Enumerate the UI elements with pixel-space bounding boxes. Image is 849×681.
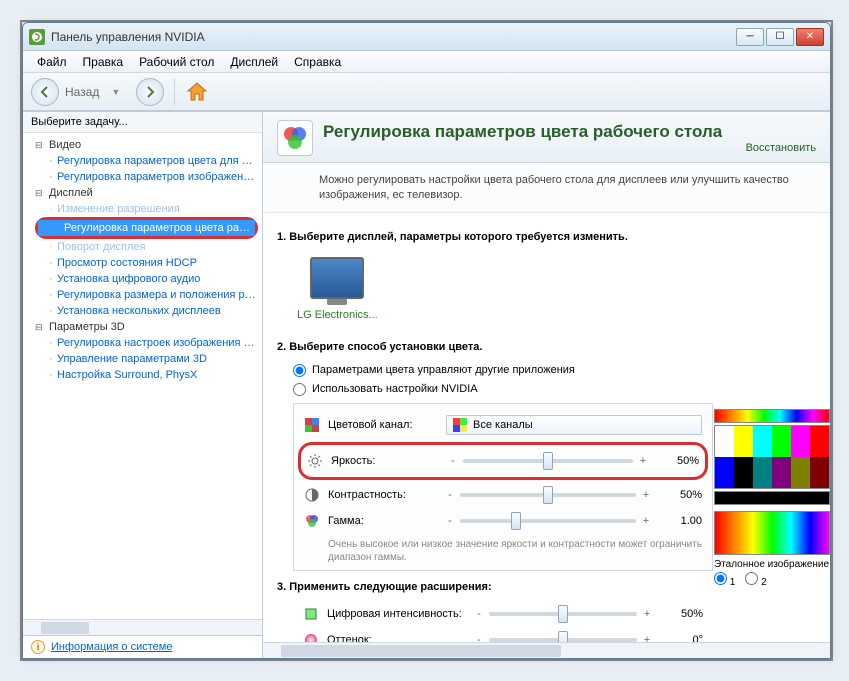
contrast-label: Контрастность: [328,489,438,501]
color-preview: Эталонное изображение 1 2 [714,409,830,588]
window-title: Панель управления NVIDIA [51,30,736,44]
menubar: Файл Правка Рабочий стол Дисплей Справка [23,51,830,73]
content-area: 1. Выберите дисплей, параметры которого … [263,213,830,642]
monitor-label: LG Electronics... [297,309,378,321]
preview-radio-1[interactable] [714,572,727,585]
sidebar-scrollbar[interactable] [23,619,262,635]
radio-other-apps-label: Параметрами цвета управляют другие прило… [312,364,575,376]
extensions-box: Цифровая интенсивность: - + 50% Оттенок:… [293,601,713,642]
hue-label: Оттенок: [327,634,467,642]
tree-group-display[interactable]: ⊟Дисплей [31,185,262,201]
maximize-button[interactable]: ☐ [766,28,794,46]
preview-label: Эталонное изображение [714,559,830,570]
intensity-slider[interactable] [489,612,637,616]
page-icon [277,120,313,156]
brightness-icon [307,453,323,469]
sidebar: Выберите задачу... ⊟Видео Регулировка па… [23,112,263,658]
menu-help[interactable]: Справка [286,53,349,71]
brightness-value: 50% [655,455,699,467]
preview-radio-2[interactable] [745,572,758,585]
brightness-label: Яркость: [331,455,441,467]
tree-item[interactable]: Регулировка размера и положения рабо [31,287,262,303]
tree-item-selected[interactable]: Регулировка параметров цвета рабочег [38,220,255,236]
tree-item[interactable]: Регулировка параметров цвета для вид [31,153,262,169]
tree-item[interactable]: Установка цифрового аудио [31,271,262,287]
gamma-hint: Очень высокое или низкое значение яркост… [304,534,702,564]
tree-item[interactable]: Установка нескольких дисплеев [31,303,262,319]
main-panel: Регулировка параметров цвета рабочего ст… [263,112,830,658]
menu-file[interactable]: Файл [29,53,75,71]
sidebar-header: Выберите задачу... [23,112,262,133]
tree-item[interactable]: Управление параметрами 3D [31,351,262,367]
tree-item[interactable]: Регулировка настроек изображения с пр [31,335,262,351]
close-button[interactable]: ✕ [796,28,824,46]
section2-title: 2. Выберите способ установки цвета. [277,341,816,353]
section1-title: 1. Выберите дисплей, параметры которого … [277,231,816,243]
tree-item[interactable]: Изменение разрешения [31,201,262,217]
channel-combo[interactable]: Все каналы [446,415,702,435]
highlight-brightness-row: Яркость: - + 50% [298,442,708,480]
gamma-icon [304,513,320,529]
info-icon: i [31,640,45,654]
gamma-slider[interactable] [460,519,636,523]
back-dropdown-icon[interactable]: ▼ [111,87,120,97]
menu-edit[interactable]: Правка [75,53,132,71]
display-selector[interactable]: LG Electronics... [297,257,378,321]
tree-item[interactable]: Поворот дисплея [31,239,262,255]
toolbar: Назад ▼ [23,73,830,111]
intensity-label: Цифровая интенсивность: [327,608,467,620]
tree-item[interactable]: Регулировка параметров изображения д [31,169,262,185]
tree-item[interactable]: Настройка Surround, PhysX [31,367,262,383]
page-description: Можно регулировать настройки цвета рабоч… [263,163,830,213]
titlebar: Панель управления NVIDIA ─ ☐ ✕ [23,23,830,51]
menu-desktop[interactable]: Рабочий стол [131,53,222,71]
hue-icon [303,632,319,642]
back-button[interactable] [31,78,59,106]
color-bars [714,425,830,489]
minimize-button[interactable]: ─ [736,28,764,46]
radio-other-apps[interactable] [293,364,306,377]
contrast-icon [304,487,320,503]
nvidia-icon [29,29,45,45]
tree-group-3d[interactable]: ⊟Параметры 3D [31,319,262,335]
sidebar-footer: i Информация о системе [23,635,262,658]
system-info-link[interactable]: Информация о системе [51,641,172,653]
contrast-slider[interactable] [460,493,636,497]
black-bar [714,491,830,505]
gradient-strip [714,511,830,555]
radio-nvidia[interactable] [293,383,306,396]
radio-nvidia-label: Использовать настройки NVIDIA [312,383,478,395]
main-scrollbar[interactable] [263,642,830,658]
home-icon[interactable] [185,80,209,104]
task-tree: ⊟Видео Регулировка параметров цвета для … [23,133,262,619]
back-label: Назад [65,85,99,99]
intensity-icon [303,606,319,622]
page-title: Регулировка параметров цвета рабочего ст… [323,122,816,142]
monitor-icon [310,257,364,299]
nvidia-control-panel-window: Панель управления NVIDIA ─ ☐ ✕ Файл Прав… [22,22,831,659]
menu-display[interactable]: Дисплей [222,53,286,71]
channel-icon [304,417,320,433]
forward-button[interactable] [136,78,164,106]
color-settings-box: Цветовой канал: Все каналы Яркость: - [293,403,713,571]
intensity-value: 50% [659,608,703,620]
contrast-value: 50% [658,489,702,501]
channel-label: Цветовой канал: [328,419,438,431]
tree-group-video[interactable]: ⊟Видео [31,137,262,153]
restore-link[interactable]: Восстановить [323,142,816,154]
brightness-slider[interactable] [463,459,633,463]
hue-strip [714,409,830,423]
page-header: Регулировка параметров цвета рабочего ст… [263,112,830,163]
tree-item[interactable]: Просмотр состояния HDCP [31,255,262,271]
gamma-label: Гамма: [328,515,438,527]
gamma-value: 1.00 [658,515,702,527]
hue-value: 0° [659,634,703,642]
highlight-selected-tree-item: Регулировка параметров цвета рабочег [35,217,258,239]
